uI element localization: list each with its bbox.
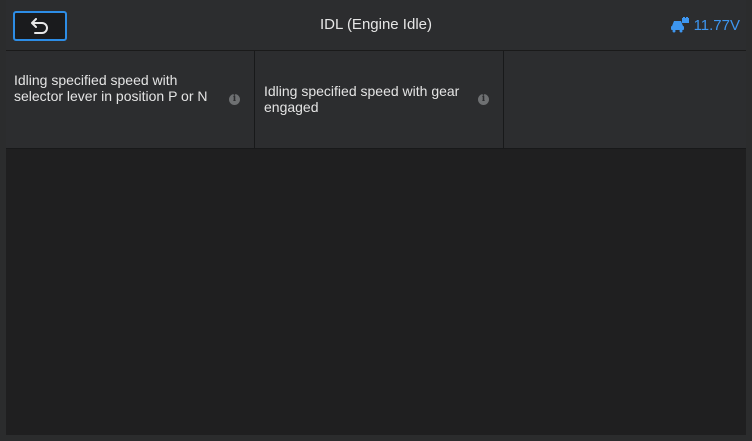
parameter-cell-gear-engaged[interactable]: Idling specified speed with gear engaged… xyxy=(255,51,504,148)
back-button[interactable] xyxy=(13,11,67,41)
app-screen: IDL (Engine Idle) 11.77V Idling specifie… xyxy=(0,0,752,441)
back-arrow-icon xyxy=(31,18,48,34)
parameter-label: Idling specified speed with gear engaged xyxy=(264,83,460,115)
battery-voltage: 11.77V xyxy=(693,16,740,34)
parameter-cell-empty xyxy=(504,51,744,148)
vehicle-battery-icon xyxy=(670,17,689,33)
header-bar: IDL (Engine Idle) 11.77V xyxy=(6,0,746,51)
page-title: IDL (Engine Idle) xyxy=(319,16,432,33)
battery-status: 11.77V xyxy=(670,0,740,50)
parameter-cell-selector-lever[interactable]: Idling specified speed with selector lev… xyxy=(6,51,255,148)
parameter-label: Idling specified speed with selector lev… xyxy=(14,72,208,104)
content-area xyxy=(6,149,746,435)
info-icon[interactable]: i xyxy=(478,94,489,105)
parameter-grid: Idling specified speed with selector lev… xyxy=(6,51,746,149)
info-icon[interactable]: i xyxy=(229,94,240,105)
